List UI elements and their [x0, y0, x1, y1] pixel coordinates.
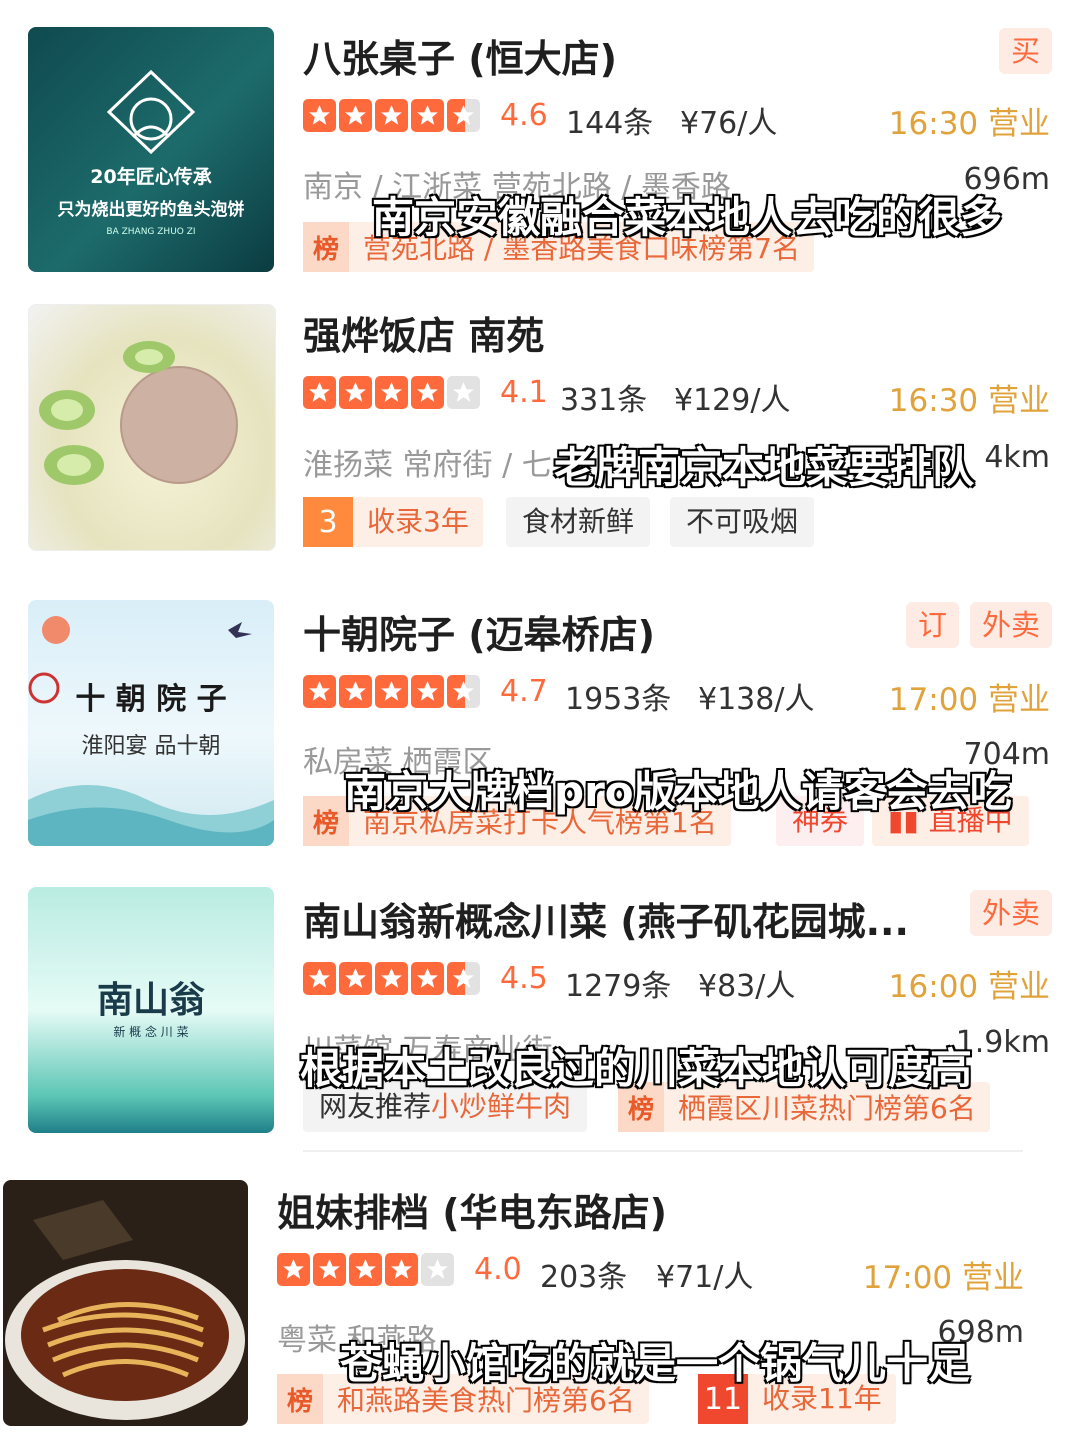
star-icon	[303, 675, 336, 708]
star-rating	[303, 99, 480, 132]
rating-score: 4.0	[474, 1252, 522, 1287]
star-half-icon	[447, 962, 480, 995]
painting-decoration-icon	[28, 616, 274, 846]
delivery-badge[interactable]: 外卖	[969, 890, 1052, 936]
review-count: 1953条	[565, 682, 672, 717]
buy-badge[interactable]: 买	[998, 28, 1052, 74]
star-rating	[303, 376, 480, 409]
restaurant-card-1[interactable]: 20年匠心传承 只为烧出更好的鱼头泡饼 BA ZHANG ZHUO ZI 八张桌…	[0, 0, 1080, 290]
restaurant-name[interactable]: 姐妹排档 (华电东路店)	[277, 1182, 667, 1237]
meatball-soup-image	[39, 341, 238, 485]
rank-icon: 榜	[303, 222, 349, 272]
list-divider	[303, 1150, 1023, 1152]
thumb-line-2: 新 概 念 川 菜	[113, 1025, 189, 1039]
years-listed-badge[interactable]: 3 收录3年	[303, 497, 483, 547]
video-subtitle: 南京安徽融合菜本地人去吃的很多	[371, 192, 1003, 243]
rank-icon: 榜	[277, 1374, 323, 1424]
video-subtitle: 南京大牌档pro版本地人请客会去吃	[343, 766, 1013, 817]
price-per-person: ¥138/人	[698, 682, 815, 717]
review-count: 144条	[566, 106, 654, 141]
rating-score: 4.6	[500, 98, 548, 133]
star-half-icon	[447, 99, 480, 132]
tag-chip[interactable]: 食材新鲜	[506, 497, 651, 547]
star-icon	[313, 1253, 346, 1286]
star-icon	[303, 376, 336, 409]
review-count: 1279条	[565, 969, 672, 1004]
price-per-person: ¥83/人	[698, 969, 796, 1004]
star-half-icon	[447, 675, 480, 708]
restaurant-thumbnail	[28, 304, 276, 551]
star-icon	[339, 675, 372, 708]
thumb-line-1: 20年匠心传承	[90, 166, 212, 188]
restaurant-card-4[interactable]: 南山翁 新 概 念 川 菜 南山翁新概念川菜 (燕子矶花园城... 外卖 4.5…	[0, 870, 1080, 1160]
star-icon	[411, 376, 444, 409]
years-number: 3	[303, 497, 353, 547]
opening-hours: 16:00 营业	[888, 969, 1050, 1005]
opening-hours: 16:30 营业	[888, 106, 1050, 142]
star-rating	[303, 962, 480, 995]
restaurant-thumbnail: 20年匠心传承 只为烧出更好的鱼头泡饼 BA ZHANG ZHUO ZI	[28, 27, 274, 272]
star-icon	[303, 99, 336, 132]
opening-hours: 17:00 营业	[888, 682, 1050, 718]
rating-score: 4.5	[500, 961, 548, 996]
restaurant-name[interactable]: 强烨饭店 南苑	[303, 305, 544, 360]
star-rating	[303, 675, 480, 708]
video-subtitle: 根据本土改良过的川菜本地认可度高	[299, 1043, 973, 1094]
restaurant-card-3[interactable]: 十 朝 院 子 淮阳宴 品十朝 十朝院子 (迈皋桥店) 订 外卖 4.7 195…	[0, 580, 1080, 870]
thumb-line-2: 只为烧出更好的鱼头泡饼	[57, 200, 245, 220]
delivery-badge[interactable]: 外卖	[969, 602, 1052, 648]
distance: 4km	[984, 440, 1050, 475]
restaurant-name[interactable]: 八张桌子 (恒大店)	[303, 28, 617, 83]
star-icon	[375, 675, 408, 708]
restaurant-thumbnail: 十 朝 院 子 淮阳宴 品十朝	[28, 600, 274, 846]
restaurant-card-5[interactable]: 姐妹排档 (华电东路店) 4.0 203条 ¥71/人 17:00 营业 粤菜 …	[0, 1160, 1080, 1440]
restaurant-name[interactable]: 十朝院子 (迈皋桥店)	[303, 604, 655, 659]
star-icon	[339, 99, 372, 132]
star-icon	[349, 1253, 382, 1286]
video-subtitle: 老牌南京本地菜要排队	[553, 442, 975, 493]
opening-hours: 17:00 营业	[862, 1260, 1024, 1296]
price-per-person: ¥129/人	[674, 383, 791, 418]
thumb-line-3: BA ZHANG ZHUO ZI	[106, 227, 196, 237]
star-icon	[411, 99, 444, 132]
location-text: 淮扬菜 常府街 / 七	[303, 448, 552, 483]
star-icon	[411, 675, 444, 708]
star-icon	[375, 962, 408, 995]
star-icon	[277, 1253, 310, 1286]
star-icon	[339, 376, 372, 409]
star-icon	[339, 962, 372, 995]
restaurant-name[interactable]: 南山翁新概念川菜 (燕子矶花园城...	[303, 891, 909, 946]
restaurant-thumbnail	[3, 1180, 248, 1426]
star-icon	[411, 962, 444, 995]
price-per-person: ¥76/人	[680, 106, 778, 141]
video-subtitle: 苍蝇小馆吃的就是一个锅气儿十足	[339, 1338, 971, 1389]
opening-hours: 16:30 营业	[888, 383, 1050, 419]
rank-icon: 榜	[303, 796, 349, 846]
review-count: 331条	[560, 383, 648, 418]
rating-score: 4.7	[500, 674, 548, 709]
thumb-line-2: 淮阳宴 品十朝	[81, 734, 221, 759]
tag-chip[interactable]: 不可吸烟	[670, 497, 815, 547]
noodle-bowl-image	[5, 1200, 245, 1420]
star-icon	[385, 1253, 418, 1286]
rating-score: 4.1	[500, 375, 548, 410]
years-text: 收录3年	[367, 505, 469, 538]
restaurant-card-2[interactable]: 强烨饭店 南苑 4.1 331条 ¥129/人 16:30 营业 淮扬菜 常府街…	[0, 290, 1080, 580]
reserve-badge[interactable]: 订	[906, 602, 960, 648]
price-per-person: ¥71/人	[656, 1260, 754, 1295]
star-rating	[277, 1253, 454, 1286]
restaurant-thumbnail: 南山翁 新 概 念 川 菜	[28, 887, 274, 1133]
star-empty-icon	[421, 1253, 454, 1286]
thumb-line-1: 南山翁	[96, 979, 205, 1021]
star-icon	[303, 962, 336, 995]
star-icon	[375, 99, 408, 132]
thumb-line-1: 十 朝 院 子	[75, 682, 227, 717]
star-icon	[375, 376, 408, 409]
star-empty-icon	[447, 376, 480, 409]
review-count: 203条	[540, 1260, 628, 1295]
